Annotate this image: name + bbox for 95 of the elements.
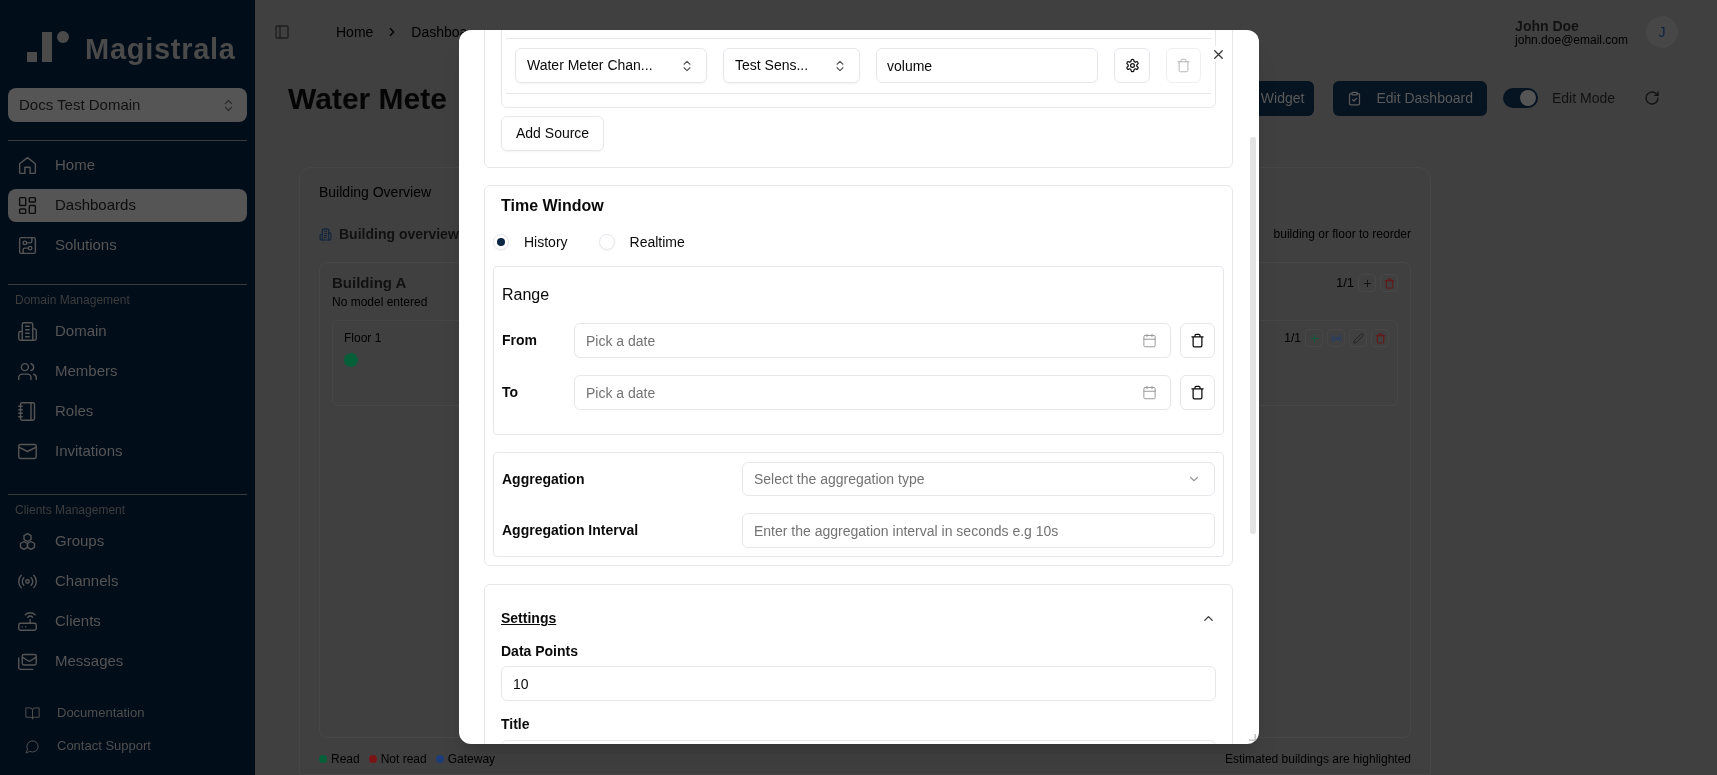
legend-label: Read (331, 751, 360, 768)
nav-item[interactable]: Channels (8, 565, 247, 598)
footer-link[interactable]: Contact Support (8, 734, 247, 758)
nav-item[interactable]: Members (8, 355, 247, 388)
edit-floor-button[interactable] (1349, 329, 1367, 347)
field-label: Title (501, 715, 531, 734)
trash-icon (1190, 385, 1205, 400)
refresh-button[interactable] (1644, 90, 1660, 106)
value-field[interactable]: volume (876, 48, 1098, 83)
nav-item[interactable]: Invitations (8, 435, 247, 468)
cubes-icon (17, 531, 38, 552)
nav-item[interactable]: Home (8, 149, 247, 182)
trash-icon (1383, 277, 1395, 289)
router-icon (17, 611, 38, 632)
floor-name: Floor 1 (344, 330, 382, 347)
circuit-board-icon (17, 235, 38, 256)
field-label: Aggregation (502, 469, 586, 489)
building-model: No model entered (332, 294, 428, 311)
logo-mark-icon (27, 30, 71, 64)
field-label: From (502, 331, 538, 350)
notebook-icon (17, 401, 38, 422)
footnote: Estimated buildings are highlighted (1224, 751, 1411, 768)
plus-icon (1308, 332, 1320, 344)
edit-mode-toggle[interactable] (1502, 88, 1538, 108)
pencil-icon (1352, 332, 1364, 344)
section-label: Domain Management (14, 293, 131, 307)
channel-select[interactable]: Water Meter Chan... (515, 48, 707, 83)
building-icon (17, 321, 38, 342)
nav-item[interactable]: Domain (8, 315, 247, 348)
settings-icon (1124, 58, 1140, 73)
floor-counter: 1/1 (1335, 274, 1354, 293)
trash-icon (1374, 332, 1386, 344)
nav-item[interactable]: Groups (8, 525, 247, 558)
sensor-select[interactable]: Test Sens... (723, 48, 860, 83)
user-email: john.doe@email.com (1515, 33, 1628, 46)
refresh-icon (1644, 90, 1660, 106)
scrollbar-thumb[interactable] (1250, 137, 1256, 534)
interval-field[interactable]: Enter the aggregation interval in seconds e.g 10s (742, 513, 1215, 548)
calendar-icon (1142, 333, 1157, 348)
settings-button[interactable] (1114, 48, 1150, 83)
page-title: Water Mete (288, 80, 447, 117)
delete-floor-button[interactable] (1371, 329, 1389, 347)
mail-stack-icon (17, 651, 38, 672)
gateway-button[interactable] (1327, 329, 1345, 347)
trash-icon (1190, 333, 1205, 348)
domain-select[interactable]: Docs Test Domain (8, 88, 247, 122)
legend-label: Not read (380, 751, 427, 768)
field-label: Aggregation Interval (502, 521, 640, 540)
settings-toggle[interactable]: Settings (501, 608, 1216, 628)
add-source-button[interactable]: Add Source (501, 116, 605, 151)
data-points-field[interactable]: 10 (501, 666, 1216, 701)
edit-dashboard-button[interactable]: Edit Dashboard (1333, 80, 1487, 116)
breadcrumb-link[interactable]: Home (336, 21, 374, 43)
chat-bubble-icon (25, 738, 40, 754)
nav-item[interactable]: Dashboards (8, 189, 247, 222)
calendar-icon (1142, 385, 1157, 400)
grid-icon (17, 195, 38, 216)
building-icon (319, 227, 332, 241)
sensor-counter: 1/1 (1284, 330, 1301, 347)
aggregation-select[interactable]: Select the aggregation type (742, 462, 1215, 496)
footer-link[interactable]: Documentation (8, 701, 247, 725)
card-title: Building Overview (319, 183, 432, 202)
trash-icon (1176, 58, 1191, 73)
date-field[interactable]: Pick a date (574, 323, 1171, 358)
range-title: Range (502, 285, 551, 305)
field-label: Data Points (501, 642, 579, 661)
add-floor-button[interactable] (1358, 274, 1376, 292)
clipboard-icon (1347, 90, 1363, 106)
user-avatar[interactable]: J (1646, 16, 1678, 48)
logo-text: Magistrala (85, 34, 236, 64)
field-label: To (502, 383, 520, 402)
broadcast-icon (1330, 332, 1342, 344)
users-icon (17, 361, 38, 382)
date-field[interactable]: Pick a date (574, 375, 1171, 410)
panel-icon (274, 24, 290, 40)
home-icon (17, 155, 38, 176)
nav-item[interactable]: Messages (8, 645, 247, 678)
reorder-hint: building or floor to reorder (1273, 226, 1411, 243)
book-icon (25, 705, 40, 721)
section-title: Time Window (500, 196, 605, 216)
resize-grip-icon[interactable] (1249, 734, 1256, 741)
delete-building-button[interactable] (1380, 274, 1398, 292)
plus-icon (1361, 277, 1373, 289)
add-sensor-button[interactable] (1305, 329, 1323, 347)
nav-item[interactable]: Roles (8, 395, 247, 428)
section-label: Clients Management (14, 503, 127, 517)
nav-item[interactable]: Solutions (8, 229, 247, 262)
mail-icon (17, 441, 38, 462)
clear-date-button[interactable] (1180, 375, 1215, 410)
radio-label: History (524, 232, 568, 252)
nav-item[interactable]: Clients (8, 605, 247, 638)
legend-label: Gateway (447, 751, 496, 768)
sidebar-toggle-button[interactable] (274, 24, 290, 40)
clear-date-button[interactable] (1180, 323, 1215, 358)
radio-label: Realtime (629, 232, 685, 252)
